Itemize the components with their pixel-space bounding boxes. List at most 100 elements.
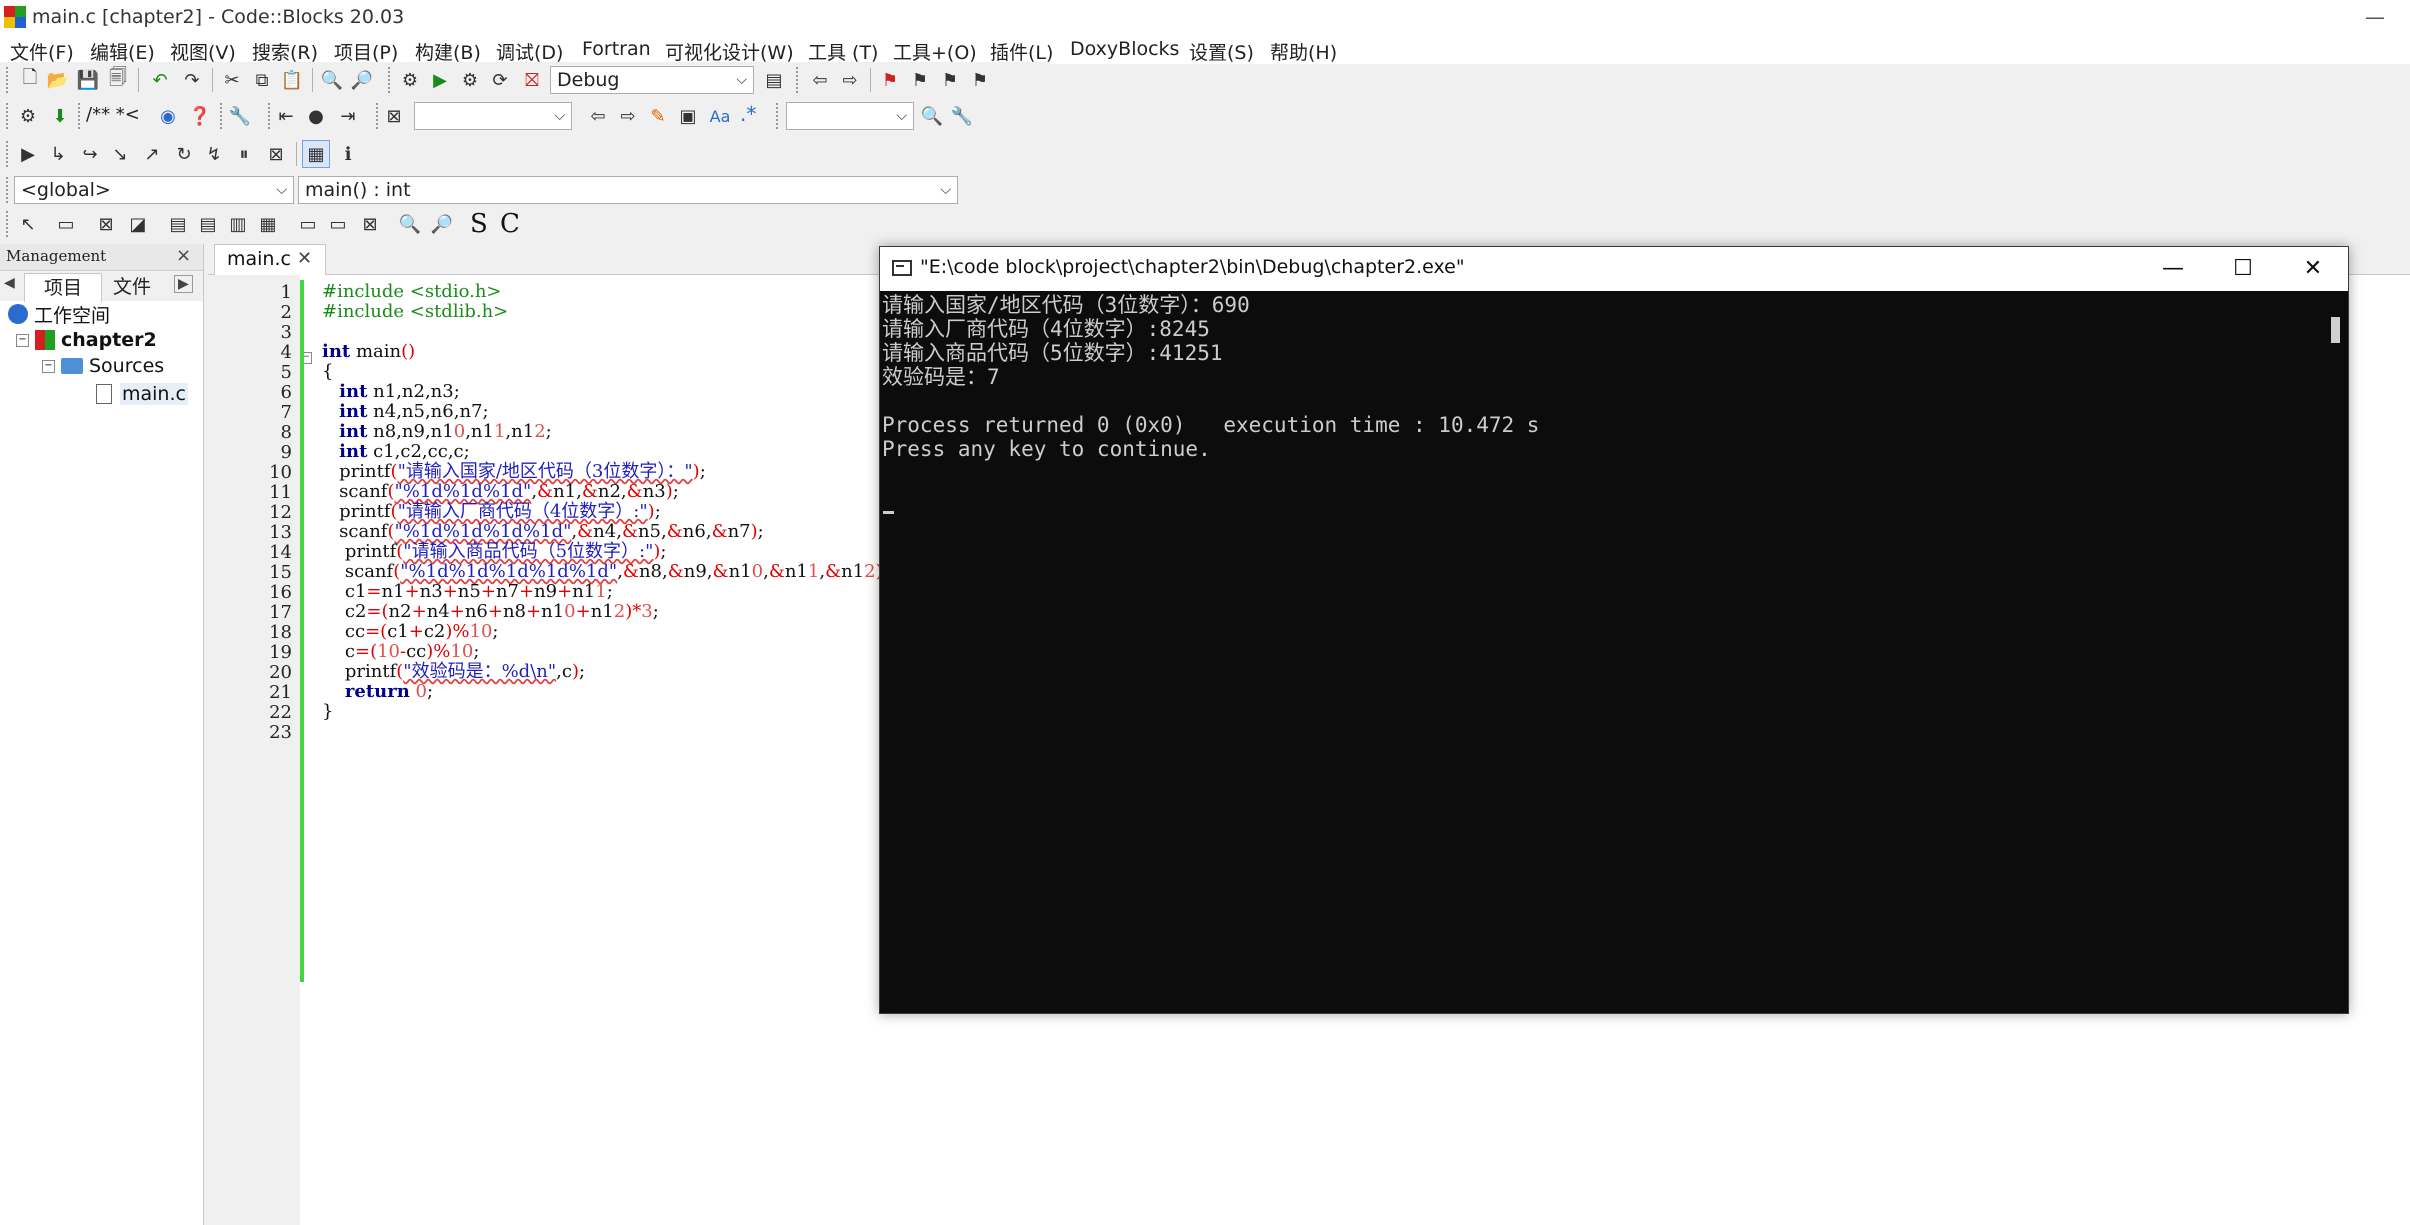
replace-icon[interactable]: 🔎 <box>348 66 376 94</box>
rect-b-icon[interactable]: ▭ <box>324 210 352 238</box>
save-all-icon[interactable]: 🗐 <box>104 66 132 94</box>
code-line[interactable]: c2=(n2+n4+n6+n8+n10+n12)*3; <box>322 602 659 622</box>
save-icon[interactable]: 💾 <box>74 66 102 94</box>
code-line[interactable]: } <box>322 702 333 722</box>
code-line[interactable]: c=(10-cc)%10; <box>322 642 480 662</box>
menu-fortran[interactable]: Fortran <box>582 38 651 60</box>
layout-top-icon[interactable]: ▤ <box>164 210 192 238</box>
debug-continue-icon[interactable]: ▶ <box>14 140 42 168</box>
menu-settings[interactable]: 设置(S) <box>1189 38 1254 65</box>
stop-debug-icon[interactable]: ⊠ <box>262 140 290 168</box>
rebuild-icon[interactable]: ⟳ <box>486 66 514 94</box>
menu-tools[interactable]: 工具 (T) <box>808 38 878 65</box>
collapse-icon[interactable]: − <box>16 333 29 347</box>
code-line[interactable]: printf("效验码是：%d\n",c); <box>322 662 585 682</box>
debug-info-icon[interactable]: ℹ <box>334 140 362 168</box>
step-forward-icon[interactable]: ⇥ <box>334 102 362 130</box>
abort-icon[interactable]: ⛝ <box>518 66 546 94</box>
step-into-icon[interactable]: ↘ <box>106 140 134 168</box>
split-icon[interactable]: ◪ <box>124 210 152 238</box>
highlight-icon[interactable]: ✎ <box>644 102 672 130</box>
collapse-icon[interactable]: − <box>42 359 55 373</box>
menu-search[interactable]: 搜索(R) <box>252 38 318 65</box>
tree-file[interactable]: main.c <box>8 381 202 407</box>
copy-icon[interactable]: ⧉ <box>248 66 276 94</box>
toolbar-grip[interactable] <box>78 103 86 129</box>
code-line[interactable]: printf("请输入厂商代码（4位数字）:"); <box>322 502 661 522</box>
toolbar-grip[interactable] <box>6 177 14 203</box>
code-line[interactable]: c1=n1+n3+n5+n7+n9+n11; <box>322 582 613 602</box>
function-select[interactable]: main() : int ⌵ <box>298 176 958 204</box>
symbol-search-combo[interactable]: ⌵ <box>786 102 914 130</box>
clear-search-icon[interactable]: ⊠ <box>380 102 408 130</box>
tab-projects[interactable]: 项目 <box>24 273 102 302</box>
doxy-comment-button[interactable]: /** *< <box>86 104 140 125</box>
rect-c-icon[interactable]: ⊠ <box>356 210 384 238</box>
paste-icon[interactable]: 📋 <box>278 66 306 94</box>
minimize-button[interactable]: — <box>2340 0 2410 34</box>
step-out-icon[interactable]: ↗ <box>138 140 166 168</box>
toolbar-grip[interactable] <box>6 103 14 129</box>
search-combo[interactable]: ⌵ <box>414 102 572 130</box>
menu-edit[interactable]: 编辑(E) <box>90 38 155 65</box>
cut-icon[interactable]: ✂ <box>218 66 246 94</box>
layout-fill-icon[interactable]: ▦ <box>254 210 282 238</box>
match-case-icon[interactable]: Aa <box>706 102 734 130</box>
code-line[interactable]: scanf("%1d%1d%1d%1d",&n4,&n5,&n6,&n7); <box>322 522 764 542</box>
code-line[interactable]: scanf("%1d%1d%1d",&n1,&n2,&n3); <box>322 482 679 502</box>
toolbar-grip[interactable] <box>6 211 14 237</box>
toolbar-grip[interactable] <box>796 67 804 93</box>
help-icon[interactable]: ❓ <box>186 102 214 130</box>
run-to-cursor-icon[interactable]: ↳ <box>44 140 72 168</box>
console-maximize-button[interactable]: ☐ <box>2208 247 2278 291</box>
menu-tools-plus[interactable]: 工具+(O) <box>893 38 977 65</box>
install-icon[interactable]: ⬇ <box>46 102 74 130</box>
code-line[interactable]: int n1,n2,n3; <box>322 382 460 402</box>
tab-main-c[interactable]: main.c ✕ <box>214 244 326 275</box>
code-line[interactable]: int n4,n5,n6,n7; <box>322 402 488 422</box>
regex-toggle[interactable]: .* <box>740 102 756 126</box>
selection-icon[interactable]: ▣ <box>674 102 702 130</box>
step-back-icon[interactable]: ⇤ <box>272 102 300 130</box>
toolbar-grip[interactable] <box>388 67 396 93</box>
undo-icon[interactable]: ↶ <box>146 66 174 94</box>
code-line[interactable]: int c1,c2,cc,c; <box>322 442 470 462</box>
console-scrollbar[interactable] <box>2326 291 2346 1011</box>
redo-icon[interactable]: ↷ <box>178 66 206 94</box>
symbol-options-icon[interactable]: 🔧 <box>948 102 976 130</box>
menu-build[interactable]: 构建(B) <box>415 38 481 65</box>
build-target-select[interactable]: Debug ⌵ <box>550 66 754 94</box>
code-line[interactable]: scanf("%1d%1d%1d%1d%1d",&n8,&n9,&n10,&n1… <box>322 562 889 582</box>
symbol-find-icon[interactable]: 🔍 <box>918 102 946 130</box>
console-close-button[interactable]: ✕ <box>2278 247 2348 291</box>
run-icon[interactable]: ▶ <box>426 66 454 94</box>
jump-forward-icon[interactable]: ⇨ <box>836 66 864 94</box>
build-icon[interactable]: ⚙ <box>396 66 424 94</box>
pointer-icon[interactable]: ↖ <box>14 210 42 238</box>
compile-file-icon[interactable]: ⚙ <box>14 102 42 130</box>
bookmark-clear-icon[interactable]: ⚑ <box>966 66 994 94</box>
bookmark-toggle-icon[interactable]: ⚑ <box>876 66 904 94</box>
search-prev-icon[interactable]: ⇦ <box>584 102 612 130</box>
code-line[interactable]: return 0; <box>322 682 433 702</box>
code-line[interactable]: int main() <box>322 342 415 362</box>
zoom-out-icon[interactable]: 🔎 <box>428 210 456 238</box>
bookmark-prev-icon[interactable]: ⚑ <box>906 66 934 94</box>
zoom-in-icon[interactable]: 🔍 <box>396 210 424 238</box>
code-line[interactable]: { <box>322 362 333 382</box>
toolbar-grip[interactable] <box>776 103 784 129</box>
target-settings-icon[interactable]: ▤ <box>760 66 788 94</box>
text-s-button[interactable]: S <box>470 209 488 239</box>
code-line[interactable]: #include <stdio.h> <box>322 282 502 302</box>
find-icon[interactable]: 🔍 <box>318 66 346 94</box>
tab-scroll-left-icon[interactable]: ◀ <box>4 275 15 291</box>
doxywizard-icon[interactable]: ◉ <box>154 102 182 130</box>
menu-view[interactable]: 视图(V) <box>170 38 236 65</box>
menu-file[interactable]: 文件(F) <box>10 38 74 65</box>
code-line[interactable]: printf("请输入商品代码（5位数字）:"); <box>322 542 667 562</box>
tree-folder[interactable]: − Sources <box>8 353 202 379</box>
code-line[interactable]: printf("请输入国家/地区代码（3位数字）："); <box>322 462 706 482</box>
frame-icon[interactable]: ▭ <box>52 210 80 238</box>
menu-plugins[interactable]: 插件(L) <box>990 38 1053 65</box>
wrench-icon[interactable]: 🔧 <box>226 102 254 130</box>
